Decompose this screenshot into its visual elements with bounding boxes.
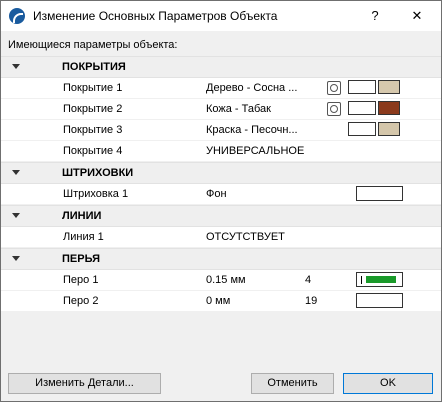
group-header-pens[interactable]: ПЕРЬЯ <box>1 248 441 270</box>
collapse-triangle-icon[interactable] <box>12 213 20 218</box>
app-logo-icon <box>9 8 25 24</box>
group-header-lines[interactable]: ЛИНИИ <box>1 205 441 227</box>
swatch-color <box>378 122 400 136</box>
pen-color-bar <box>366 276 396 283</box>
row-name: Перо 2 <box>63 295 99 307</box>
swatch-color <box>378 80 400 94</box>
row-name: Покрытие 2 <box>63 103 123 115</box>
surface-row-4[interactable]: Покрытие 4 УНИВЕРСАЛЬНОЕ <box>1 141 441 162</box>
row-value[interactable]: Краска - Песочн... <box>206 124 298 136</box>
group-label: ЛИНИИ <box>62 210 102 222</box>
row-value[interactable]: УНИВЕРСАЛЬНОЕ <box>206 145 304 157</box>
row-name: Перо 1 <box>63 274 99 286</box>
title-bar: Изменение Основных Параметров Объекта ? … <box>1 1 441 31</box>
swatch-color <box>378 101 400 115</box>
line-row-1[interactable]: Линия 1 ОТСУТСТВУЕТ <box>1 227 441 248</box>
hatch-row-1[interactable]: Штриховка 1 Фон <box>1 184 441 205</box>
swatch-white <box>348 122 376 136</box>
pen-number[interactable]: 19 <box>305 295 317 307</box>
surface-row-1[interactable]: Покрытие 1 Дерево - Сосна ... <box>1 78 441 99</box>
row-value: 0.15 мм <box>206 274 246 286</box>
row-value[interactable]: Дерево - Сосна ... <box>206 82 297 94</box>
swatch-white <box>348 80 376 94</box>
dialog-window: Изменение Основных Параметров Объекта ? … <box>0 0 442 402</box>
surface-swatch[interactable] <box>348 80 400 94</box>
group-label: ПОКРЫТИЯ <box>62 61 126 73</box>
row-value[interactable]: ОТСУТСТВУЕТ <box>206 231 285 243</box>
section-label: Имеющиеся параметры объекта: <box>8 39 178 51</box>
pen-weight-tick <box>361 275 362 284</box>
row-name: Штриховка 1 <box>63 188 129 200</box>
collapse-triangle-icon[interactable] <box>12 64 20 69</box>
change-details-button[interactable]: Изменить Детали... <box>8 373 161 394</box>
row-name: Покрытие 1 <box>63 82 123 94</box>
group-label: ШТРИХОВКИ <box>62 167 134 179</box>
collapse-triangle-icon[interactable] <box>12 256 20 261</box>
pen-color-swatch[interactable] <box>356 272 403 287</box>
group-label: ПЕРЬЯ <box>62 253 100 265</box>
help-button[interactable]: ? <box>355 1 395 31</box>
hatch-swatch[interactable] <box>356 186 403 201</box>
group-header-hatches[interactable]: ШТРИХОВКИ <box>1 162 441 184</box>
pen-row-2[interactable]: Перо 2 0 мм 19 <box>1 291 441 312</box>
close-button[interactable]: ✕ <box>397 1 437 31</box>
surface-row-2[interactable]: Покрытие 2 Кожа - Табак <box>1 99 441 120</box>
surface-swatch[interactable] <box>348 101 400 115</box>
pen-number[interactable]: 4 <box>305 274 311 286</box>
group-header-surfaces[interactable]: ПОКРЫТИЯ <box>1 56 441 78</box>
material-picker-icon[interactable] <box>327 81 341 95</box>
surface-swatch[interactable] <box>348 122 400 136</box>
ok-button[interactable]: OK <box>343 373 433 394</box>
row-value: 0 мм <box>206 295 231 307</box>
row-value[interactable]: Фон <box>206 188 227 200</box>
pen-color-swatch[interactable] <box>356 293 403 308</box>
dialog-title: Изменение Основных Параметров Объекта <box>33 9 278 23</box>
row-name: Линия 1 <box>63 231 104 243</box>
row-name: Покрытие 4 <box>63 145 123 157</box>
collapse-triangle-icon[interactable] <box>12 170 20 175</box>
row-value[interactable]: Кожа - Табак <box>206 103 271 115</box>
material-picker-icon[interactable] <box>327 102 341 116</box>
swatch-white <box>348 101 376 115</box>
surface-row-3[interactable]: Покрытие 3 Краска - Песочн... <box>1 120 441 141</box>
parameters-list: ПОКРЫТИЯ Покрытие 1 Дерево - Сосна ... П… <box>1 56 441 312</box>
pen-row-1[interactable]: Перо 1 0.15 мм 4 <box>1 270 441 291</box>
cancel-button[interactable]: Отменить <box>251 373 334 394</box>
row-name: Покрытие 3 <box>63 124 123 136</box>
